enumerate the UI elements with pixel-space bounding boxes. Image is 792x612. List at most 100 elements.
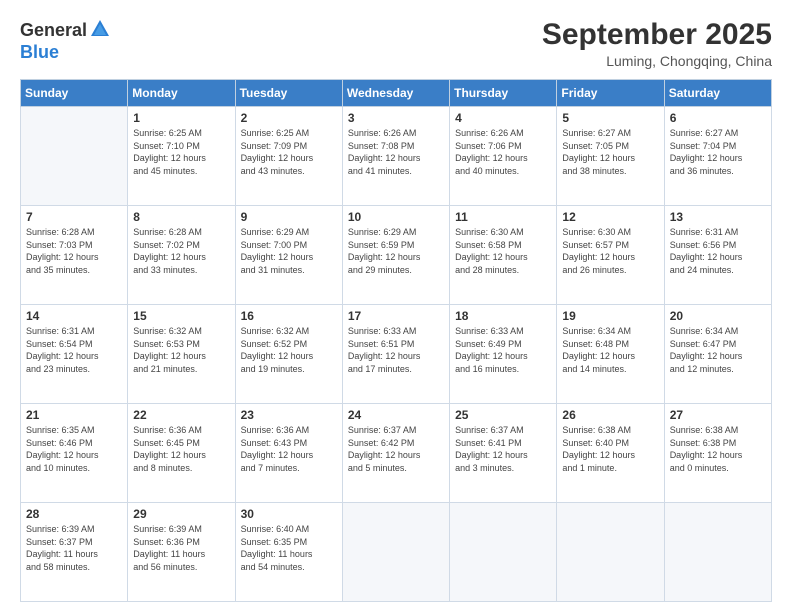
calendar-week-row: 14 Sunrise: 6:31 AM Sunset: 6:54 PM Dayli… xyxy=(21,305,772,404)
table-row: 20 Sunrise: 6:34 AM Sunset: 6:47 PM Dayli… xyxy=(664,305,771,404)
day-info: Sunrise: 6:33 AM Sunset: 6:49 PM Dayligh… xyxy=(455,325,551,375)
page: General Blue September 2025 Luming, Chon… xyxy=(0,0,792,612)
day-number: 30 xyxy=(241,507,337,521)
table-row: 24 Sunrise: 6:37 AM Sunset: 6:42 PM Dayli… xyxy=(342,404,449,503)
table-row: 9 Sunrise: 6:29 AM Sunset: 7:00 PM Daylig… xyxy=(235,206,342,305)
table-row: 11 Sunrise: 6:30 AM Sunset: 6:58 PM Dayli… xyxy=(450,206,557,305)
calendar: Sunday Monday Tuesday Wednesday Thursday… xyxy=(20,79,772,602)
day-number: 14 xyxy=(26,309,122,323)
day-info: Sunrise: 6:28 AM Sunset: 7:03 PM Dayligh… xyxy=(26,226,122,276)
table-row: 7 Sunrise: 6:28 AM Sunset: 7:03 PM Daylig… xyxy=(21,206,128,305)
table-row: 21 Sunrise: 6:35 AM Sunset: 6:46 PM Dayli… xyxy=(21,404,128,503)
day-number: 25 xyxy=(455,408,551,422)
day-info: Sunrise: 6:31 AM Sunset: 6:54 PM Dayligh… xyxy=(26,325,122,375)
day-number: 7 xyxy=(26,210,122,224)
header-sunday: Sunday xyxy=(21,80,128,107)
table-row: 10 Sunrise: 6:29 AM Sunset: 6:59 PM Dayli… xyxy=(342,206,449,305)
table-row: 8Sunrise: 6:28 AM Sunset: 7:02 PM Daylig… xyxy=(128,206,235,305)
subtitle: Luming, Chongqing, China xyxy=(542,53,772,69)
day-info: Sunrise: 6:29 AM Sunset: 6:59 PM Dayligh… xyxy=(348,226,444,276)
header-wednesday: Wednesday xyxy=(342,80,449,107)
title-section: September 2025 Luming, Chongqing, China xyxy=(542,18,772,69)
table-row: 5 Sunrise: 6:27 AM Sunset: 7:05 PM Daylig… xyxy=(557,107,664,206)
day-number: 10 xyxy=(348,210,444,224)
table-row xyxy=(664,503,771,602)
day-info: Sunrise: 6:32 AM Sunset: 6:53 PM Dayligh… xyxy=(133,325,229,375)
day-number: 21 xyxy=(26,408,122,422)
day-number: 9 xyxy=(241,210,337,224)
day-info: Sunrise: 6:37 AM Sunset: 6:42 PM Dayligh… xyxy=(348,424,444,474)
day-info: Sunrise: 6:31 AM Sunset: 6:56 PM Dayligh… xyxy=(670,226,766,276)
calendar-week-row: 7 Sunrise: 6:28 AM Sunset: 7:03 PM Daylig… xyxy=(21,206,772,305)
day-number: 11 xyxy=(455,210,551,224)
table-row: 22 Sunrise: 6:36 AM Sunset: 6:45 PM Dayli… xyxy=(128,404,235,503)
day-number: 15 xyxy=(133,309,229,323)
day-info: Sunrise: 6:29 AM Sunset: 7:00 PM Dayligh… xyxy=(241,226,337,276)
day-number: 23 xyxy=(241,408,337,422)
day-info: Sunrise: 6:32 AM Sunset: 6:52 PM Dayligh… xyxy=(241,325,337,375)
table-row: 12 Sunrise: 6:30 AM Sunset: 6:57 PM Dayli… xyxy=(557,206,664,305)
calendar-week-row: 28 Sunrise: 6:39 AM Sunset: 6:37 PM Dayli… xyxy=(21,503,772,602)
day-number: 5 xyxy=(562,111,658,125)
logo-icon xyxy=(89,18,111,40)
table-row: 1Sunrise: 6:25 AM Sunset: 7:10 PM Daylig… xyxy=(128,107,235,206)
table-row: 26Sunrise: 6:38 AM Sunset: 6:40 PM Dayli… xyxy=(557,404,664,503)
table-row xyxy=(450,503,557,602)
table-row: 19 Sunrise: 6:34 AM Sunset: 6:48 PM Dayli… xyxy=(557,305,664,404)
day-info: Sunrise: 6:39 AM Sunset: 6:36 PM Dayligh… xyxy=(133,523,229,573)
day-number: 20 xyxy=(670,309,766,323)
day-number: 2 xyxy=(241,111,337,125)
day-number: 29 xyxy=(133,507,229,521)
day-info: Sunrise: 6:35 AM Sunset: 6:46 PM Dayligh… xyxy=(26,424,122,474)
table-row: 30 Sunrise: 6:40 AM Sunset: 6:35 PM Dayli… xyxy=(235,503,342,602)
day-info: Sunrise: 6:30 AM Sunset: 6:58 PM Dayligh… xyxy=(455,226,551,276)
day-info: Sunrise: 6:27 AM Sunset: 7:04 PM Dayligh… xyxy=(670,127,766,177)
day-info: Sunrise: 6:38 AM Sunset: 6:38 PM Dayligh… xyxy=(670,424,766,474)
day-number: 1 xyxy=(133,111,229,125)
day-number: 17 xyxy=(348,309,444,323)
day-number: 22 xyxy=(133,408,229,422)
header-thursday: Thursday xyxy=(450,80,557,107)
table-row: 29 Sunrise: 6:39 AM Sunset: 6:36 PM Dayli… xyxy=(128,503,235,602)
day-info: Sunrise: 6:26 AM Sunset: 7:06 PM Dayligh… xyxy=(455,127,551,177)
day-number: 19 xyxy=(562,309,658,323)
day-number: 24 xyxy=(348,408,444,422)
day-number: 28 xyxy=(26,507,122,521)
logo-blue: Blue xyxy=(20,42,59,63)
header-monday: Monday xyxy=(128,80,235,107)
day-info: Sunrise: 6:40 AM Sunset: 6:35 PM Dayligh… xyxy=(241,523,337,573)
table-row: 17Sunrise: 6:33 AM Sunset: 6:51 PM Dayli… xyxy=(342,305,449,404)
table-row: 27 Sunrise: 6:38 AM Sunset: 6:38 PM Dayli… xyxy=(664,404,771,503)
table-row: 23 Sunrise: 6:36 AM Sunset: 6:43 PM Dayli… xyxy=(235,404,342,503)
day-info: Sunrise: 6:30 AM Sunset: 6:57 PM Dayligh… xyxy=(562,226,658,276)
day-number: 18 xyxy=(455,309,551,323)
day-number: 27 xyxy=(670,408,766,422)
day-info: Sunrise: 6:39 AM Sunset: 6:37 PM Dayligh… xyxy=(26,523,122,573)
table-row: 25 Sunrise: 6:37 AM Sunset: 6:41 PM Dayli… xyxy=(450,404,557,503)
day-number: 12 xyxy=(562,210,658,224)
logo-general: General xyxy=(20,20,87,41)
day-info: Sunrise: 6:27 AM Sunset: 7:05 PM Dayligh… xyxy=(562,127,658,177)
table-row: 6 Sunrise: 6:27 AM Sunset: 7:04 PM Daylig… xyxy=(664,107,771,206)
day-info: Sunrise: 6:34 AM Sunset: 6:48 PM Dayligh… xyxy=(562,325,658,375)
day-number: 3 xyxy=(348,111,444,125)
day-info: Sunrise: 6:37 AM Sunset: 6:41 PM Dayligh… xyxy=(455,424,551,474)
day-info: Sunrise: 6:36 AM Sunset: 6:45 PM Dayligh… xyxy=(133,424,229,474)
day-info: Sunrise: 6:34 AM Sunset: 6:47 PM Dayligh… xyxy=(670,325,766,375)
day-number: 26 xyxy=(562,408,658,422)
calendar-week-row: 1Sunrise: 6:25 AM Sunset: 7:10 PM Daylig… xyxy=(21,107,772,206)
calendar-header-row: Sunday Monday Tuesday Wednesday Thursday… xyxy=(21,80,772,107)
table-row: 28 Sunrise: 6:39 AM Sunset: 6:37 PM Dayli… xyxy=(21,503,128,602)
header-saturday: Saturday xyxy=(664,80,771,107)
table-row xyxy=(21,107,128,206)
day-number: 6 xyxy=(670,111,766,125)
main-title: September 2025 xyxy=(542,18,772,51)
day-number: 4 xyxy=(455,111,551,125)
table-row xyxy=(557,503,664,602)
table-row: 14 Sunrise: 6:31 AM Sunset: 6:54 PM Dayli… xyxy=(21,305,128,404)
table-row: 4 Sunrise: 6:26 AM Sunset: 7:06 PM Daylig… xyxy=(450,107,557,206)
top-section: General Blue September 2025 Luming, Chon… xyxy=(20,18,772,69)
day-info: Sunrise: 6:36 AM Sunset: 6:43 PM Dayligh… xyxy=(241,424,337,474)
table-row xyxy=(342,503,449,602)
day-number: 16 xyxy=(241,309,337,323)
